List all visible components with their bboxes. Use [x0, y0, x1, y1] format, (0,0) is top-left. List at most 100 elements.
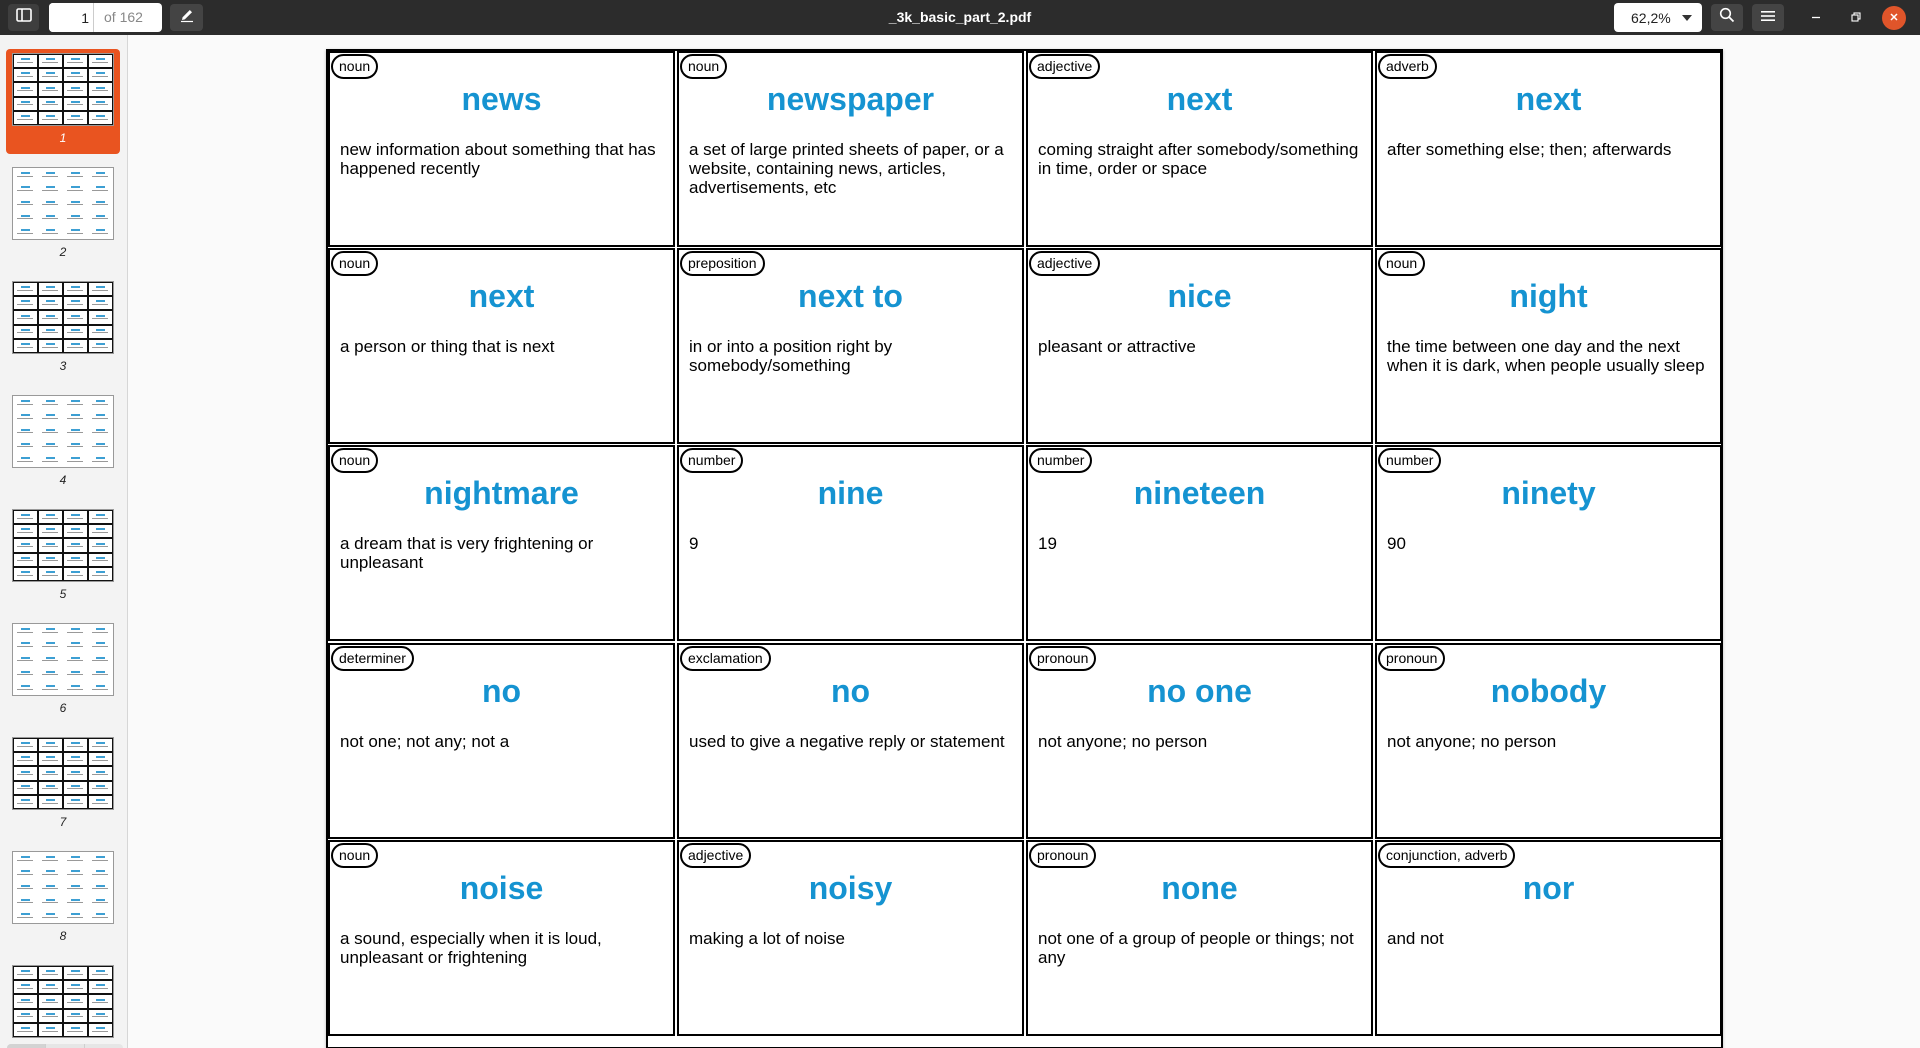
vocab-definition: 19: [1038, 534, 1057, 553]
vocab-definition: a sound, especially when it is loud, unp…: [340, 929, 602, 967]
vocab-word: nice: [1167, 278, 1232, 314]
page-thumbnail[interactable]: 4: [6, 391, 120, 496]
page-number-input[interactable]: [49, 3, 93, 32]
thumbnail-page-number: 5: [59, 587, 67, 601]
vocab-definition: not one of a group of people or things; …: [1038, 929, 1354, 967]
vocab-word: next to: [798, 278, 903, 314]
vocab-card: pronoun none not one of a group of people …: [1026, 840, 1373, 1036]
annotations-view-button[interactable]: [46, 1044, 85, 1048]
thumbnail-page-number: 1: [59, 131, 67, 145]
thumbnail-page-number: 7: [59, 815, 67, 829]
part-of-speech-badge: pronoun: [1378, 646, 1446, 671]
vocab-definition: and not: [1387, 929, 1444, 948]
vocab-card: determiner no not one; not any; not a: [328, 643, 675, 839]
thumbnails-view-button[interactable]: [7, 1044, 46, 1048]
thumbnail-page-number: 3: [59, 359, 67, 373]
vocab-card: adjective noisy making a lot of noise: [677, 840, 1024, 1036]
vocab-word: nobody: [1490, 673, 1607, 709]
page-thumbnail[interactable]: 7: [6, 733, 120, 838]
document-view[interactable]: noun news new information about something …: [129, 35, 1920, 1048]
vocab-definition: new information about something that has…: [340, 140, 656, 178]
vocab-card: exclamation no used to give a negative rep…: [677, 643, 1024, 839]
page-thumbnail[interactable]: 5: [6, 505, 120, 610]
close-icon: [1889, 9, 1899, 27]
part-of-speech-badge: noun: [1378, 251, 1426, 276]
thumbnail-preview: [12, 53, 114, 126]
sidebar-toggle-button[interactable]: [8, 4, 39, 31]
vocab-card: noun nightmare a dream that is very fright…: [328, 445, 675, 641]
part-of-speech-badge: number: [1378, 448, 1442, 473]
vocab-word: next: [468, 278, 535, 314]
menu-button[interactable]: [1752, 4, 1784, 31]
search-button[interactable]: [1711, 4, 1743, 31]
vocab-word: night: [1509, 278, 1588, 314]
sidebar-icon: [15, 8, 32, 27]
vocab-card: adjective next coming straight after someb…: [1026, 51, 1373, 247]
part-of-speech-badge: noun: [331, 843, 379, 868]
vocab-definition: 90: [1387, 534, 1406, 553]
thumbnail-sidebar: 1 2 3 4 5 6 7 8: [0, 35, 128, 1048]
vocab-word: news: [461, 81, 542, 117]
vocab-definition: a set of large printed sheets of paper, …: [689, 140, 1004, 197]
thumbnail-page-number: 6: [59, 701, 67, 715]
minimize-button[interactable]: [1804, 6, 1828, 30]
close-button[interactable]: [1882, 6, 1906, 30]
zoom-select[interactable]: 62,2%: [1614, 3, 1702, 32]
vocab-card: adjective nice pleasant or attractive: [1026, 248, 1373, 444]
header-bar: of 162 _3k_basic_part_2.pdf 62,2%: [0, 0, 1920, 35]
page-thumbnail[interactable]: 8: [6, 847, 120, 952]
maximize-icon: [1851, 9, 1861, 27]
vocab-definition: coming straight after somebody/something…: [1038, 140, 1359, 178]
vocab-card: noun noise a sound, especially when it is …: [328, 840, 675, 1036]
vocab-word: no: [481, 673, 522, 709]
vocab-word: noisy: [808, 870, 893, 906]
vocab-card: conjunction, adverb nor and not: [1375, 840, 1722, 1036]
part-of-speech-badge: exclamation: [680, 646, 771, 671]
thumbnail-page-number: 2: [59, 245, 67, 259]
vocab-word: nightmare: [424, 475, 579, 511]
vocab-card: noun next a person or thing that is next: [328, 248, 675, 444]
vocab-card: number nine 9: [677, 445, 1024, 641]
bookmarks-view-button[interactable]: [85, 1044, 123, 1048]
part-of-speech-badge: noun: [680, 54, 728, 79]
vocab-word: next: [1166, 81, 1233, 117]
vocab-definition: not one; not any; not a: [340, 732, 510, 751]
vocab-definition: after something else; then; afterwards: [1387, 140, 1672, 159]
vocab-card: noun night the time between one day and th…: [1375, 248, 1722, 444]
annotate-button[interactable]: [170, 4, 203, 31]
vocab-definition: 9: [689, 534, 699, 553]
vocab-card: pronoun nobody not anyone; no person: [1375, 643, 1722, 839]
vocab-word: nineteen: [1133, 475, 1266, 511]
page-thumbnail[interactable]: 1: [6, 49, 120, 154]
thumbnail-preview: [12, 965, 114, 1038]
pdf-page: noun news new information about something …: [326, 49, 1723, 1048]
vocab-card: adverb next after something else; then; af…: [1375, 51, 1722, 247]
thumbnail-preview: [12, 509, 114, 582]
vocab-definition: in or into a position right by somebody/…: [689, 337, 893, 375]
part-of-speech-badge: noun: [331, 251, 379, 276]
thumbnail-preview: [12, 395, 114, 468]
vocab-definition: a person or thing that is next: [340, 337, 555, 356]
vocab-card: preposition next to in or into a position …: [677, 248, 1024, 444]
page-thumbnail[interactable]: 3: [6, 277, 120, 382]
part-of-speech-badge: preposition: [680, 251, 765, 276]
vocab-definition: a dream that is very frightening or unpl…: [340, 534, 594, 572]
thumbnail-page-number: 4: [59, 473, 67, 487]
part-of-speech-badge: number: [680, 448, 744, 473]
vocab-card: number ninety 90: [1375, 445, 1722, 641]
chevron-down-icon: [1682, 15, 1692, 21]
page-navigator: of 162: [49, 3, 162, 32]
page-thumbnail[interactable]: 6: [6, 619, 120, 724]
part-of-speech-badge: noun: [331, 448, 379, 473]
search-icon: [1719, 7, 1735, 28]
vocab-word: nor: [1522, 870, 1575, 906]
maximize-button[interactable]: [1844, 6, 1868, 30]
thumbnail-page-number: 8: [59, 929, 67, 943]
page-thumbnail[interactable]: 2: [6, 163, 120, 268]
part-of-speech-badge: adjective: [680, 843, 752, 868]
vocab-word: next: [1515, 81, 1582, 117]
vocab-word: no one: [1147, 673, 1252, 709]
page-thumbnail[interactable]: [6, 961, 120, 1048]
vocab-definition: making a lot of noise: [689, 929, 845, 948]
thumbnail-preview: [12, 281, 114, 354]
